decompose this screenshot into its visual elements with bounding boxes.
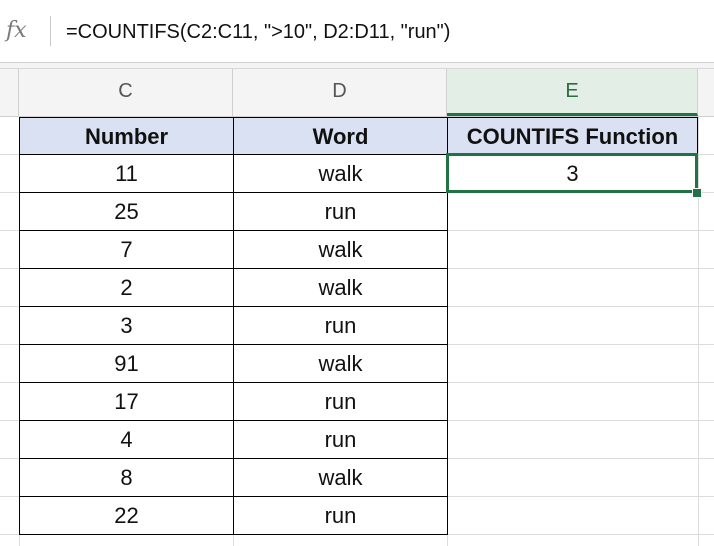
word-cell[interactable]: run bbox=[233, 497, 448, 535]
number-cell[interactable]: 17 bbox=[19, 383, 234, 421]
formula-input[interactable]: =COUNTIFS(C2:C11, ">10", D2:D11, "run") bbox=[66, 21, 450, 44]
column-header-c[interactable]: C bbox=[19, 69, 233, 116]
selected-cell-outline[interactable] bbox=[446, 153, 698, 193]
result-cell[interactable] bbox=[447, 459, 698, 497]
number-cell[interactable]: 3 bbox=[19, 307, 234, 345]
select-all-corner[interactable] bbox=[0, 69, 19, 116]
header-cell-number[interactable]: Number bbox=[19, 117, 234, 155]
column-header-d[interactable]: D bbox=[233, 69, 447, 116]
result-cell[interactable] bbox=[447, 345, 698, 383]
function-icon[interactable]: fx bbox=[6, 18, 27, 43]
number-cell[interactable]: 91 bbox=[19, 345, 234, 383]
number-cell[interactable]: 2 bbox=[19, 269, 234, 307]
header-cell-word[interactable]: Word bbox=[233, 117, 448, 155]
word-cell[interactable]: walk bbox=[233, 231, 448, 269]
formula-bar: fx =COUNTIFS(C2:C11, ">10", D2:D11, "run… bbox=[0, 0, 714, 63]
result-cell[interactable] bbox=[447, 193, 698, 231]
result-cell[interactable] bbox=[447, 269, 698, 307]
word-cell[interactable]: run bbox=[233, 421, 448, 459]
word-cell[interactable]: run bbox=[233, 307, 448, 345]
fill-handle[interactable] bbox=[692, 188, 702, 198]
column-header-e[interactable]: E bbox=[447, 69, 698, 116]
number-cell[interactable]: 11 bbox=[19, 155, 234, 193]
number-cell[interactable]: 8 bbox=[19, 459, 234, 497]
formula-bar-divider bbox=[50, 16, 51, 46]
word-cell[interactable]: run bbox=[233, 193, 448, 231]
header-cell-countifs[interactable]: COUNTIFS Function bbox=[447, 117, 698, 155]
word-cell[interactable]: walk bbox=[233, 155, 448, 193]
number-cell[interactable]: 4 bbox=[19, 421, 234, 459]
result-cell[interactable] bbox=[447, 231, 698, 269]
result-cell[interactable] bbox=[447, 307, 698, 345]
column-header-row: C D E bbox=[0, 69, 714, 117]
number-cell[interactable]: 7 bbox=[19, 231, 234, 269]
word-cell[interactable]: run bbox=[233, 383, 448, 421]
grid-line bbox=[698, 117, 699, 546]
word-cell[interactable]: walk bbox=[233, 459, 448, 497]
word-cell[interactable]: walk bbox=[233, 345, 448, 383]
result-cell[interactable] bbox=[447, 383, 698, 421]
number-cell[interactable]: 25 bbox=[19, 193, 234, 231]
word-cell[interactable]: walk bbox=[233, 269, 448, 307]
result-cell[interactable] bbox=[447, 497, 698, 535]
column-header-f[interactable] bbox=[698, 69, 714, 116]
number-cell[interactable]: 22 bbox=[19, 497, 234, 535]
result-cell[interactable] bbox=[447, 421, 698, 459]
